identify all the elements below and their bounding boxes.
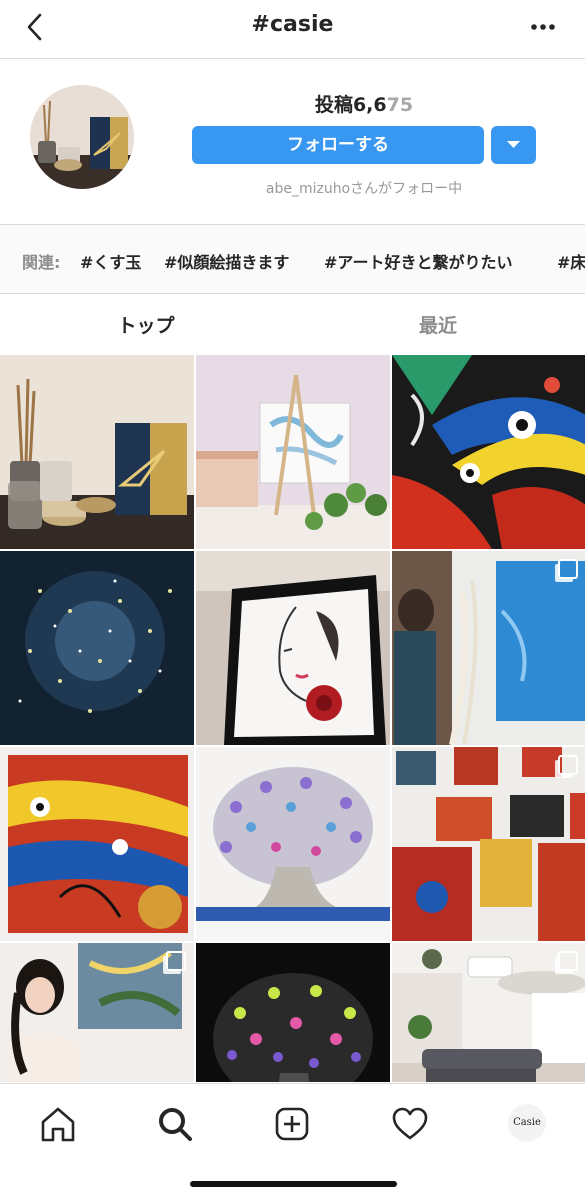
grid-post[interactable] bbox=[0, 355, 194, 549]
ellipsis-icon[interactable] bbox=[529, 17, 557, 37]
page-title: #casie bbox=[251, 12, 334, 37]
related-tag[interactable]: #似顔絵描きます bbox=[164, 249, 289, 273]
profile-avatar[interactable]: Casie bbox=[508, 1104, 546, 1142]
multiple-posts-icon bbox=[558, 951, 578, 971]
related-tag[interactable]: #くす玉 bbox=[80, 249, 141, 273]
grid-post[interactable] bbox=[392, 747, 585, 941]
grid-post[interactable] bbox=[392, 943, 585, 1082]
hashtag-avatar bbox=[30, 85, 134, 189]
grid-post[interactable] bbox=[196, 355, 390, 549]
related-tag[interactable]: #アート好きと繋がりたい bbox=[324, 249, 512, 273]
multiple-posts-icon bbox=[558, 559, 578, 579]
caret-down-icon[interactable] bbox=[491, 126, 536, 164]
grid-post[interactable] bbox=[0, 943, 194, 1082]
post-count: 投稿6,675 bbox=[192, 90, 536, 117]
top-bar: #casie bbox=[0, 0, 585, 59]
tab-recent[interactable]: 最近 bbox=[292, 311, 584, 338]
multiple-posts-icon bbox=[166, 951, 186, 971]
related-tag[interactable]: #床 bbox=[557, 249, 585, 273]
multiple-posts-icon bbox=[558, 755, 578, 775]
home-indicator bbox=[190, 1181, 397, 1187]
heart-icon[interactable] bbox=[388, 1102, 432, 1146]
home-icon[interactable] bbox=[36, 1102, 80, 1146]
follow-button[interactable]: フォローする bbox=[192, 126, 484, 164]
search-icon[interactable] bbox=[153, 1102, 197, 1146]
grid-post[interactable] bbox=[0, 551, 194, 745]
post-count-main: 投稿6,6 bbox=[314, 94, 387, 116]
grid-post[interactable] bbox=[392, 355, 585, 549]
grid-post[interactable] bbox=[392, 551, 585, 745]
grid-post[interactable] bbox=[0, 747, 194, 941]
followed-by-note: abe_mizuhoさんがフォロー中 bbox=[265, 181, 463, 197]
add-post-icon[interactable] bbox=[270, 1102, 314, 1146]
grid-post[interactable] bbox=[196, 943, 390, 1082]
grid-post[interactable] bbox=[196, 551, 390, 745]
related-hashtags: 関連: #くす玉 #似顔絵描きます #アート好きと繋がりたい #床 bbox=[0, 224, 585, 294]
grid-post[interactable] bbox=[196, 747, 390, 941]
post-grid bbox=[0, 355, 585, 1082]
related-label: 関連: bbox=[22, 253, 61, 272]
post-count-faded: 75 bbox=[386, 94, 414, 116]
tab-top[interactable]: トップ bbox=[0, 311, 292, 338]
